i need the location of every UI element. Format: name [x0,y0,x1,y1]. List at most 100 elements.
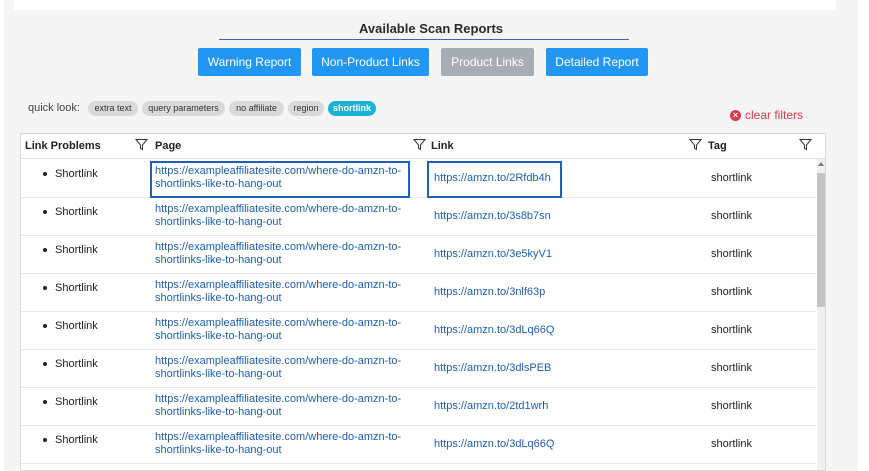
bullet-icon [43,400,47,405]
detailed-report-button[interactable]: Detailed Report [546,48,648,76]
bullet-icon [43,210,47,215]
page-link[interactable]: https://exampleaffiliatesite.com/where-d… [155,203,405,229]
warning-report-button[interactable]: Warning Report [198,48,301,76]
table-row: Shortlink https://exampleaffiliatesite.c… [21,349,816,388]
bullet-icon [43,172,47,177]
tag-cell: shortlink [711,172,752,184]
filter-icon[interactable] [413,138,426,151]
link-problem-cell: Shortlink [43,320,98,332]
bullet-icon [43,362,47,367]
bullet-icon [43,324,47,329]
page-url-line1: https://exampleaffiliatesite.com/where-d… [155,203,402,215]
table-row: Shortlink https://exampleaffiliatesite.c… [21,159,816,198]
scroll-up-arrow-icon[interactable] [818,162,824,166]
results-table: Link Problems Page Link Tag Shortlink ht… [20,133,826,471]
link-problem-text: Shortlink [55,206,98,218]
page-url-line2: shortlinks-like-to-hang-out [155,330,282,342]
tag-cell: shortlink [711,438,752,450]
short-link[interactable]: https://amzn.to/3dlsPEB [434,362,551,374]
link-problem-cell: Shortlink [43,282,98,294]
clear-filters-label: clear filters [745,108,804,122]
page-link[interactable]: https://exampleaffiliatesite.com/where-d… [155,393,405,419]
link-problem-text: Shortlink [55,168,98,180]
link-problem-text: Shortlink [55,396,98,408]
short-link[interactable]: https://amzn.to/3e5kyV1 [434,248,552,260]
short-link[interactable]: https://amzn.to/3s8b7sn [434,210,551,222]
col-link-problems[interactable]: Link Problems [25,140,101,152]
page-url-line2: shortlinks-like-to-hang-out [155,406,282,418]
table-row: Shortlink https://exampleaffiliatesite.c… [21,425,816,464]
tag-cell: shortlink [711,400,752,412]
scrollbar-thumb[interactable] [817,173,825,307]
col-link[interactable]: Link [431,140,454,152]
link-problem-cell: Shortlink [43,244,98,256]
page-highlight-box [150,161,410,198]
col-tag[interactable]: Tag [708,140,727,152]
link-problem-cell: Shortlink [43,168,98,180]
page-link[interactable]: https://exampleaffiliatesite.com/where-d… [155,317,405,343]
page-link[interactable]: https://exampleaffiliatesite.com/where-d… [155,431,405,457]
tag-cell: shortlink [711,210,752,222]
link-problem-text: Shortlink [55,434,98,446]
product-links-button[interactable]: Product Links [441,48,534,76]
page-link[interactable]: https://exampleaffiliatesite.com/where-d… [155,355,405,381]
tag-cell: shortlink [711,286,752,298]
page-url-line1: https://exampleaffiliatesite.com/where-d… [155,241,402,253]
page-url-line2: shortlinks-like-to-hang-out [155,216,282,228]
short-link[interactable]: https://amzn.to/2td1wrh [434,400,548,412]
table-row: Shortlink https://exampleaffiliatesite.c… [21,311,816,350]
short-link[interactable]: https://amzn.to/3nlf63p [434,286,545,298]
table-row: Shortlink https://exampleaffiliatesite.c… [21,235,816,274]
page-url-line1: https://exampleaffiliatesite.com/where-d… [155,431,402,443]
table-row: Shortlink https://exampleaffiliatesite.c… [21,387,816,426]
page-url-line1: https://exampleaffiliatesite.com/where-d… [155,317,402,329]
link-problem-cell: Shortlink [43,358,98,370]
bullet-icon [43,248,47,253]
tag-cell: shortlink [711,248,752,260]
title-underline [219,39,629,40]
table-header: Link Problems Page Link Tag [21,134,825,159]
page-url-line2: shortlinks-like-to-hang-out [155,292,282,304]
page-url-line1: https://exampleaffiliatesite.com/where-d… [155,355,402,367]
page-title: Available Scan Reports [358,21,503,36]
table-row: Shortlink https://exampleaffiliatesite.c… [21,197,816,236]
short-link[interactable]: https://amzn.to/3dLq66Q [434,324,554,336]
page-url-line2: shortlinks-like-to-hang-out [155,254,282,266]
quick-look-label: quick look: [28,102,80,114]
short-link[interactable]: https://amzn.to/3dLq66Q [434,438,554,450]
scan-reports-panel: Available Scan Reports Warning Report No… [4,0,858,471]
link-problem-text: Shortlink [55,320,98,332]
link-problem-text: Shortlink [55,358,98,370]
page-url-line2: shortlinks-like-to-hang-out [155,368,282,380]
top-header-box [14,0,836,10]
clear-filters-link[interactable]: × clear filters [730,108,803,122]
bullet-icon [43,286,47,291]
page-url-line2: shortlinks-like-to-hang-out [155,444,282,456]
page-url-line1: https://exampleaffiliatesite.com/where-d… [155,279,402,291]
link-highlight-box [427,161,562,198]
link-problem-cell: Shortlink [43,396,98,408]
chip-query-parameters[interactable]: query parameters [142,101,225,116]
link-problem-cell: Shortlink [43,206,98,218]
tag-cell: shortlink [711,362,752,374]
link-problem-cell: Shortlink [43,434,98,446]
filter-icon[interactable] [135,138,148,151]
col-page[interactable]: Page [155,140,181,152]
table-row: Shortlink https://exampleaffiliatesite.c… [21,273,816,312]
bullet-icon [43,438,47,443]
link-problem-text: Shortlink [55,244,98,256]
table-scrollbar[interactable] [817,159,825,470]
chip-no-affiliate[interactable]: no affiliate [229,101,284,116]
tag-cell: shortlink [711,324,752,336]
chip-region[interactable]: region [288,101,324,116]
filter-icon[interactable] [799,138,812,151]
page-url-line1: https://exampleaffiliatesite.com/where-d… [155,393,402,405]
non-product-links-button[interactable]: Non-Product Links [312,48,429,76]
page-link[interactable]: https://exampleaffiliatesite.com/where-d… [155,279,405,305]
filter-icon[interactable] [689,138,702,151]
link-problem-text: Shortlink [55,282,98,294]
page-link[interactable]: https://exampleaffiliatesite.com/where-d… [155,241,405,267]
chip-shortlink[interactable]: shortlink [328,101,376,116]
close-circle-icon: × [730,109,741,121]
chip-extra-text[interactable]: extra text [88,101,138,116]
